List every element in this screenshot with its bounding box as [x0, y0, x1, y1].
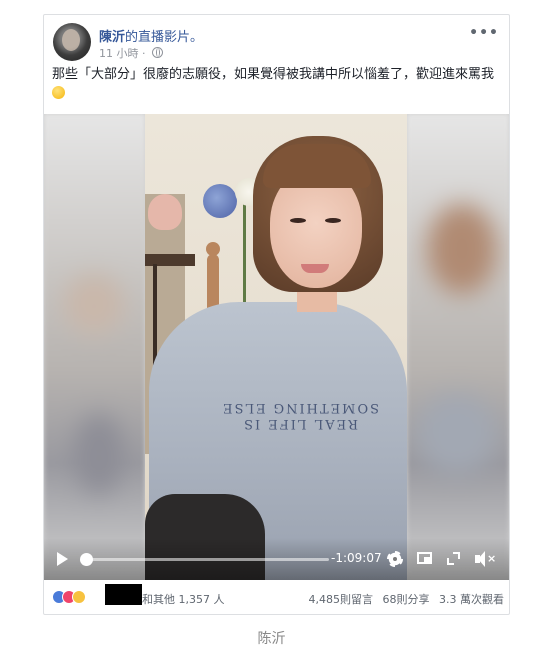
live-video-suffix: 的直播影片。	[125, 30, 204, 45]
post-stats: 4,485則留言 68則分享 3.3 萬次觀看	[303, 591, 505, 607]
shares-count[interactable]: 68則分享	[383, 593, 430, 606]
pip-icon[interactable]	[417, 552, 432, 564]
page-name-link[interactable]: 陳沂	[99, 30, 125, 45]
video-blur-right	[407, 114, 509, 580]
reactions-count[interactable]: 和其他 1,357 人	[142, 591, 224, 607]
progress-bar[interactable]	[80, 553, 329, 566]
time-remaining: -1:09:07	[331, 551, 382, 565]
video-controls: -1:09:07 ×	[44, 538, 509, 580]
post-meta: 11 小時 ·	[99, 45, 163, 61]
facebook-post: 陳沂的直播影片。 11 小時 · ••• 那些「大部分」很廢的志願役，如果覺得被…	[43, 14, 510, 615]
video-frame: REAL LIFE IS SOMETHING ELSE	[145, 114, 407, 580]
more-icon[interactable]: •••	[469, 25, 499, 41]
post-caption: 那些「大部分」很廢的志願役，如果覺得被我講中所以惱羞了，歡迎進來罵我	[52, 65, 504, 103]
haha-icon[interactable]	[72, 590, 86, 604]
video-blur-left	[44, 114, 145, 580]
blue-flowers	[203, 184, 237, 218]
volume-icon[interactable]: ×	[475, 551, 497, 567]
globe-icon	[152, 47, 163, 58]
kissing-emoji-icon	[52, 86, 65, 99]
avatar[interactable]	[53, 23, 91, 61]
mute-x-icon: ×	[487, 552, 497, 565]
play-icon[interactable]	[57, 552, 68, 566]
pink-hat	[148, 194, 182, 230]
views-count: 3.3 萬次觀看	[439, 593, 504, 606]
post-timestamp[interactable]: 11 小時 ·	[99, 47, 146, 60]
figure-caption: 陈沂	[257, 631, 286, 647]
post-header: 陳沂的直播影片。 11 小時 · •••	[53, 23, 503, 63]
post-footer: 和其他 1,357 人 4,485則留言 68則分享 3.3 萬次觀看	[52, 584, 505, 608]
shirt-text: REAL LIFE IS SOMETHING ELSE	[221, 400, 379, 431]
comments-count[interactable]: 4,485則留言	[309, 593, 374, 606]
redacted-name	[105, 584, 142, 605]
progress-knob[interactable]	[80, 553, 94, 566]
video-player[interactable]: REAL LIFE IS SOMETHING ELSE -1:09:07 ×	[44, 114, 509, 580]
fullscreen-icon[interactable]	[447, 552, 460, 565]
post-author: 陳沂的直播影片。	[99, 26, 203, 45]
post-caption-text: 那些「大部分」很廢的志願役，如果覺得被我講中所以惱羞了，歡迎進來罵我	[52, 67, 495, 82]
